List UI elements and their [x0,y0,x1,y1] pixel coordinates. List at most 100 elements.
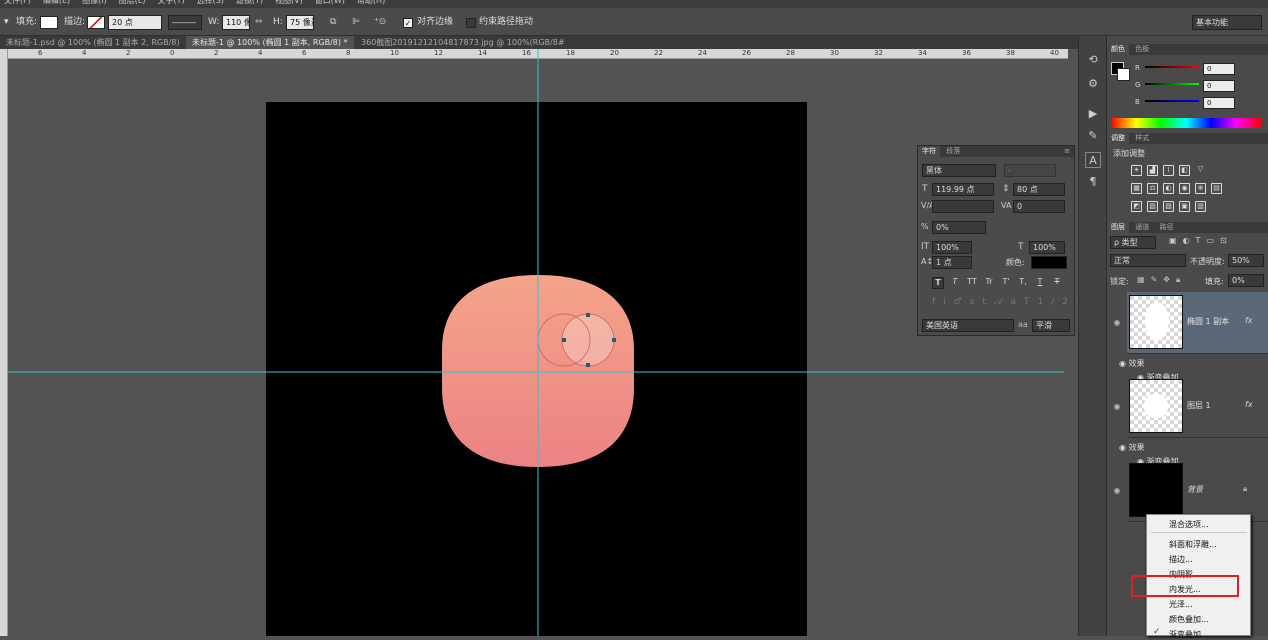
tab-document-3[interactable]: 360截图20191212104817873.jpg @ 100%(RGB/8#… [355,36,565,49]
kerning-field[interactable] [932,200,994,213]
document-canvas[interactable] [266,102,807,636]
stroke-swatch[interactable] [87,16,105,29]
black-white-icon[interactable]: ◐ [1163,183,1174,194]
green-slider[interactable] [1145,83,1199,85]
posterize-icon[interactable]: ▨ [1147,201,1158,212]
faux-italic-button[interactable]: T [949,277,961,289]
tab-styles[interactable]: 样式 [1131,133,1153,144]
hue-saturation-icon[interactable]: ▦ [1131,183,1142,194]
vertical-scale-field[interactable]: 100% [932,241,972,254]
path-ops-icon[interactable]: ⧉ [330,15,336,30]
tab-paragraph[interactable]: 段落 [942,146,964,157]
strikethrough-button[interactable]: T [1051,277,1063,289]
red-slider[interactable] [1145,66,1199,68]
workspace-dropdown[interactable]: 基本功能 [1192,15,1262,30]
fx-icon[interactable]: fx [1245,316,1253,325]
layer-row-ellipse-copy[interactable]: 椭圆 1 副本 fx [1127,292,1268,354]
lock-all-icon[interactable]: 🔒︎ [1176,275,1180,285]
tab-paths[interactable]: 路径 [1155,222,1177,233]
menu-layer[interactable]: 图层(L) [119,0,146,8]
photo-filter-icon[interactable]: ◉ [1179,183,1190,194]
font-style-dropdown[interactable]: - [1004,164,1056,177]
green-value[interactable]: 0 [1203,80,1235,92]
horizontal-scale-field[interactable]: 100% [1029,241,1065,254]
background-color-swatch[interactable] [1117,68,1130,81]
leading-field[interactable]: 80 点 [1013,183,1065,196]
gradient-map-icon[interactable]: ▥ [1195,201,1206,212]
fx-icon[interactable]: fx [1245,400,1253,409]
link-icon[interactable]: ⇔ [255,15,263,30]
lock-position-icon[interactable]: ✥ [1163,275,1170,285]
brightness-icon[interactable]: ☀ [1131,165,1142,176]
text-color-swatch[interactable] [1031,256,1067,269]
menu-file[interactable]: 文件(F) [4,0,31,8]
tool-preset-icon[interactable]: ▾ [4,15,12,30]
actions-icon[interactable]: ▶ [1085,106,1101,122]
ruler-horizontal[interactable]: 6 4 2 0 2 4 6 8 10 12 14 16 18 20 22 24 26 28 30 32 34 36 38 40 [8,49,1068,59]
menu-filter[interactable]: 滤镜(T) [236,0,263,8]
visibility-eye-icon[interactable]: ◉ [1112,318,1122,328]
menu-item-inner-shadow[interactable]: 内阴影... [1169,569,1201,580]
tsume-field[interactable]: 0% [932,221,986,234]
language-dropdown[interactable]: 美国英语 [922,319,1014,332]
tab-character[interactable]: 字符 [918,146,940,157]
width-field[interactable]: 110 像 [222,15,250,30]
menu-item-color-overlay[interactable]: 颜色叠加... [1169,614,1209,625]
channel-mixer-icon[interactable]: ⊕ [1195,183,1206,194]
visibility-eye-icon[interactable]: ◉ [1112,486,1122,496]
blend-mode-dropdown[interactable]: 正常 [1110,254,1186,267]
eye-icon[interactable]: ◉ [1119,443,1129,452]
font-family-dropdown[interactable]: 黑体 [922,164,996,177]
tracking-field[interactable]: 0 [1013,200,1065,213]
ruler-vertical[interactable] [0,49,8,636]
faux-bold-button[interactable]: T [932,277,944,289]
path-align-icon[interactable]: ⊫ [352,15,360,30]
small-caps-button[interactable]: Tr [983,277,995,289]
effects-row[interactable]: ◉ 效果 [1119,358,1249,371]
filter-type-icon[interactable]: T [1196,236,1201,245]
opacity-field[interactable]: 50% [1228,254,1264,267]
menu-item-stroke[interactable]: 描边... [1169,554,1193,565]
fill-field[interactable]: 0% [1228,274,1264,287]
layer-filter-dropdown[interactable]: ρ 类型 [1110,236,1156,249]
visibility-eye-icon[interactable]: ◉ [1112,402,1122,412]
menu-item-bevel-emboss[interactable]: 斜面和浮雕... [1169,539,1217,550]
subscript-button[interactable]: T, [1017,277,1029,289]
vibrance-icon[interactable]: ▽ [1195,165,1206,176]
history-icon[interactable]: ⟲ [1085,52,1101,68]
stroke-size-field[interactable]: 20 点 [108,15,162,30]
superscript-button[interactable]: T' [1000,277,1012,289]
tab-layers[interactable]: 图层 [1107,222,1129,233]
panel-menu-icon[interactable]: ≡ [1064,146,1070,157]
filter-pixel-icon[interactable]: ▣ [1169,236,1177,245]
menu-item-satin[interactable]: 光泽... [1169,599,1193,610]
eye-icon[interactable]: ◉ [1119,359,1129,368]
menu-window[interactable]: 窗口(W) [315,0,345,8]
exposure-icon[interactable]: ◧ [1179,165,1190,176]
blue-value[interactable]: 0 [1203,97,1235,109]
tab-swatches[interactable]: 色板 [1131,44,1153,55]
menu-item-inner-glow[interactable]: 内发光... [1169,584,1201,595]
fill-swatch[interactable] [40,16,58,29]
threshold-icon[interactable]: ▧ [1163,201,1174,212]
filter-smart-object-icon[interactable]: ⊡ [1220,236,1227,245]
menu-help[interactable]: 帮助(H) [357,0,385,8]
tab-document-2[interactable]: 未标题-1 @ 100% (椭圆 1 副本, RGB/8) * × [186,36,354,49]
menu-edit[interactable]: 编辑(E) [43,0,70,8]
tab-channels[interactable]: 通道 [1131,222,1153,233]
blue-slider[interactable] [1145,100,1199,102]
lock-pixels-icon[interactable]: ✎ [1151,275,1158,285]
color-spectrum-ramp[interactable] [1111,118,1261,128]
menu-select[interactable]: 选择(S) [197,0,224,8]
tab-color[interactable]: 颜色 [1107,44,1129,55]
menu-item-gradient-overlay[interactable]: 渐变叠加... [1169,629,1209,640]
anti-alias-dropdown[interactable]: 平滑 [1032,319,1070,332]
levels-icon[interactable]: ▟ [1147,165,1158,176]
lock-transparent-icon[interactable]: ▦ [1137,275,1145,285]
properties-icon[interactable]: ⚙ [1085,76,1101,92]
tab-document-1[interactable]: 未标题-1.psd @ 100% (椭圆 1 副本 2, RGB/8) × [0,36,186,49]
filter-adjustment-icon[interactable]: ◐ [1183,236,1190,245]
invert-icon[interactable]: ◩ [1131,201,1142,212]
align-edges-checkbox[interactable]: ✓ [403,18,413,28]
menu-image[interactable]: 图像(I) [82,0,107,8]
